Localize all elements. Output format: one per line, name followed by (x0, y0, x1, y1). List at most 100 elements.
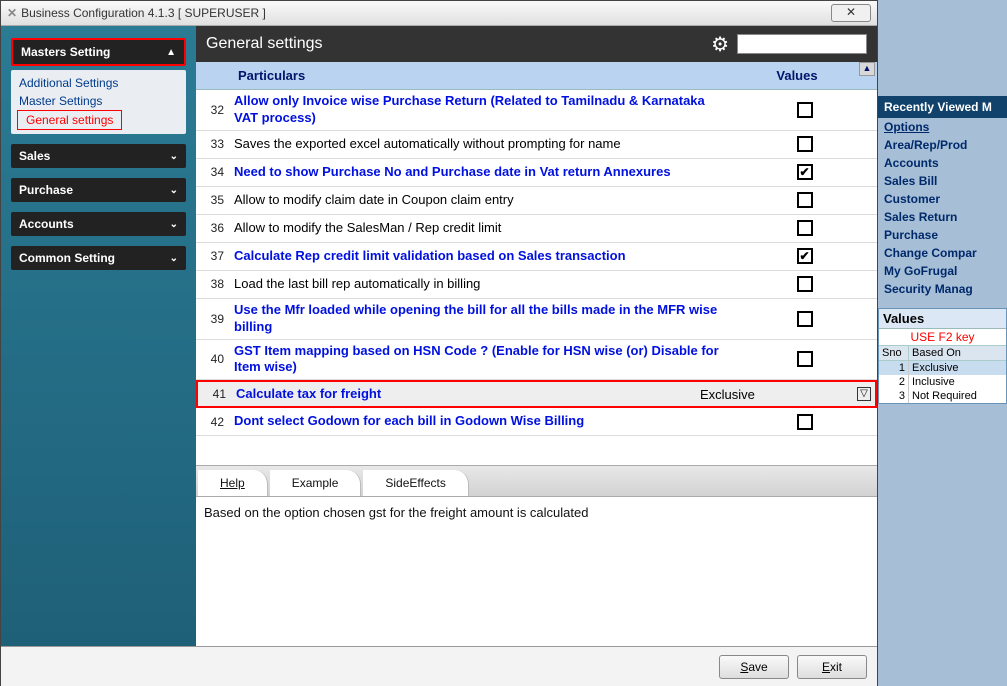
row-value[interactable] (732, 136, 877, 152)
values-option-label: Not Required (909, 389, 1006, 403)
recently-viewed-item[interactable]: Security Manag (878, 280, 1007, 298)
settings-row[interactable]: 38Load the last bill rep automatically i… (196, 271, 877, 299)
settings-row[interactable]: 42Dont select Godown for each bill in Go… (196, 408, 877, 436)
row-number: 40 (196, 352, 230, 366)
col-values: Values (717, 68, 877, 83)
row-number: 36 (196, 221, 230, 235)
row-description: Dont select Godown for each bill in Godo… (230, 410, 732, 433)
row-value[interactable] (732, 248, 877, 264)
row-value[interactable] (732, 220, 877, 236)
help-tabs: Help Example SideEffects (196, 465, 877, 496)
checkbox[interactable] (797, 164, 813, 180)
row-number: 35 (196, 193, 230, 207)
recently-viewed-item[interactable]: Change Compar (878, 244, 1007, 262)
sub-master-settings[interactable]: Master Settings (11, 92, 186, 110)
checkbox[interactable] (797, 414, 813, 430)
recently-viewed-item[interactable]: Sales Bill (878, 172, 1007, 190)
row-value[interactable] (732, 414, 877, 430)
gear-icon[interactable]: ⚙ (711, 32, 729, 57)
recently-viewed-item[interactable]: Purchase (878, 226, 1007, 244)
checkbox[interactable] (797, 192, 813, 208)
checkbox[interactable] (797, 276, 813, 292)
masters-sub-panel: Additional Settings Master Settings Gene… (11, 70, 186, 134)
settings-row[interactable]: 39Use the Mfr loaded while opening the b… (196, 299, 877, 340)
search-input[interactable] (737, 34, 867, 54)
chevron-up-icon: ▲ (166, 47, 176, 58)
recently-viewed-header: Recently Viewed M (878, 96, 1007, 118)
nav-masters-setting[interactable]: Masters Setting ▲ (11, 38, 186, 66)
tab-example[interactable]: Example (270, 470, 362, 496)
settings-row[interactable]: 36Allow to modify the SalesMan / Rep cre… (196, 215, 877, 243)
save-button[interactable]: Save (719, 655, 789, 679)
page-title: General settings (206, 35, 323, 53)
recently-viewed-item[interactable]: Sales Return (878, 208, 1007, 226)
settings-row[interactable]: 32Allow only Invoice wise Purchase Retur… (196, 90, 877, 131)
values-option-label: Inclusive (909, 375, 1006, 389)
settings-row[interactable]: 35Allow to modify claim date in Coupon c… (196, 187, 877, 215)
values-option-row[interactable]: 1Exclusive (879, 361, 1006, 375)
scroll-up-icon[interactable]: ▲ (859, 62, 875, 76)
sub-general-settings[interactable]: General settings (17, 110, 122, 130)
checkbox[interactable] (797, 311, 813, 327)
values-option-row[interactable]: 2Inclusive (879, 375, 1006, 389)
settings-row[interactable]: 37Calculate Rep credit limit validation … (196, 243, 877, 271)
footer: Save Exit (1, 646, 877, 686)
nav-accounts[interactable]: Accounts ⌄ (11, 212, 186, 236)
content: General settings ⚙ Particulars Values ▲ … (196, 26, 877, 646)
recently-viewed-item[interactable]: Area/Rep/Prod (878, 136, 1007, 154)
exit-rest: xit (830, 660, 842, 674)
row-number: 34 (196, 165, 230, 179)
row-value[interactable] (732, 351, 877, 367)
column-header: Particulars Values ▲ (196, 62, 877, 90)
save-rest: ave (748, 660, 767, 674)
row-value[interactable]: Exclusive▽ (730, 387, 875, 401)
window-close-button[interactable]: ✕ (831, 4, 871, 22)
values-col-basedon: Based On (909, 346, 1006, 360)
settings-row[interactable]: 41Calculate tax for freightExclusive▽ (196, 380, 877, 408)
app-icon: ✕ (7, 6, 17, 20)
tab-help[interactable]: Help (198, 470, 268, 496)
row-description: GST Item mapping based on HSN Code ? (En… (230, 340, 732, 380)
row-value[interactable] (732, 276, 877, 292)
tab-sideeffects[interactable]: SideEffects (363, 470, 468, 496)
settings-row[interactable]: 33Saves the exported excel automatically… (196, 131, 877, 159)
checkbox[interactable] (797, 136, 813, 152)
row-description: Load the last bill rep automatically in … (230, 273, 732, 296)
values-options: 1Exclusive2Inclusive3Not Required (879, 361, 1006, 403)
row-value[interactable] (732, 164, 877, 180)
values-option-row[interactable]: 3Not Required (879, 389, 1006, 403)
window-title: Business Configuration 4.1.3 [ SUPERUSER… (21, 6, 266, 20)
sub-additional-settings[interactable]: Additional Settings (11, 74, 186, 92)
settings-rows[interactable]: 32Allow only Invoice wise Purchase Retur… (196, 90, 877, 465)
recently-viewed-item[interactable]: My GoFrugal (878, 262, 1007, 280)
checkbox[interactable] (797, 248, 813, 264)
checkbox[interactable] (797, 220, 813, 236)
nav-purchase[interactable]: Purchase ⌄ (11, 178, 186, 202)
settings-row[interactable]: 34Need to show Purchase No and Purchase … (196, 159, 877, 187)
nav-common-setting[interactable]: Common Setting ⌄ (11, 246, 186, 270)
row-description: Calculate Rep credit limit validation ba… (230, 245, 732, 268)
help-text: Based on the option chosen gst for the f… (196, 496, 877, 646)
row-value[interactable] (732, 311, 877, 327)
row-description: Allow only Invoice wise Purchase Return … (230, 90, 732, 130)
exit-button[interactable]: Exit (797, 655, 867, 679)
row-description: Saves the exported excel automatically w… (230, 133, 732, 156)
recently-viewed-item[interactable]: Options (878, 118, 1007, 136)
settings-row[interactable]: 40GST Item mapping based on HSN Code ? (… (196, 340, 877, 381)
checkbox[interactable] (797, 102, 813, 118)
dropdown-icon[interactable]: ▽ (857, 387, 871, 401)
chevron-down-icon: ⌄ (170, 253, 178, 264)
row-description: Use the Mfr loaded while opening the bil… (230, 299, 732, 339)
chevron-down-icon: ⌄ (170, 185, 178, 196)
recently-viewed-item[interactable]: Customer (878, 190, 1007, 208)
titlebar: ✕ Business Configuration 4.1.3 [ SUPERUS… (1, 1, 877, 26)
nav-common-label: Common Setting (19, 251, 115, 265)
row-value[interactable] (732, 102, 877, 118)
row-value[interactable] (732, 192, 877, 208)
row-description: Need to show Purchase No and Purchase da… (230, 161, 732, 184)
nav-sales[interactable]: Sales ⌄ (11, 144, 186, 168)
nav-purchase-label: Purchase (19, 183, 73, 197)
checkbox[interactable] (797, 351, 813, 367)
values-popup: Values USE F2 key Sno Based On 1Exclusiv… (878, 308, 1007, 404)
recently-viewed-item[interactable]: Accounts (878, 154, 1007, 172)
